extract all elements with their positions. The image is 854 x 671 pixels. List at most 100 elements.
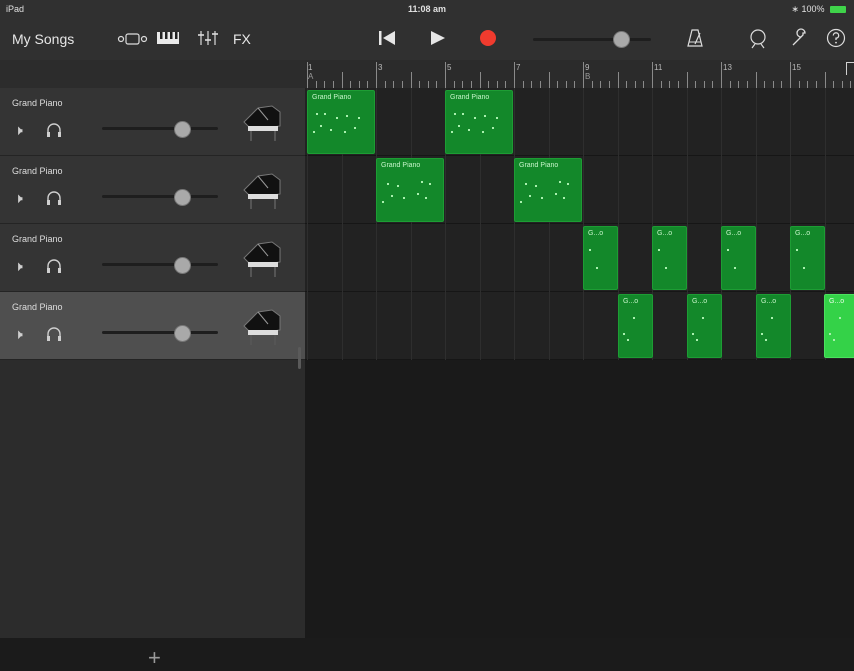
region[interactable]: G...o [790, 226, 825, 290]
track-volume-slider[interactable] [102, 331, 218, 334]
add-track-button[interactable]: + [148, 645, 161, 671]
grid-line [376, 88, 377, 360]
mute-icon[interactable]: 🕨 [14, 258, 23, 275]
headphones-icon[interactable] [46, 190, 62, 206]
track-name: Grand Piano [12, 234, 63, 244]
record-button[interactable] [480, 30, 496, 46]
mute-icon[interactable]: 🕨 [14, 190, 23, 207]
ruler-tick [824, 72, 826, 88]
headphones-icon[interactable] [46, 258, 62, 274]
grid-line [514, 88, 515, 360]
ruler-tick [677, 81, 679, 88]
ruler-tick [841, 81, 843, 88]
region[interactable]: G...o [618, 294, 653, 358]
region-label: G...o [692, 298, 708, 305]
region-label: G...o [795, 230, 811, 237]
track-header[interactable]: Grand Piano 🕨 [0, 88, 305, 156]
headphones-icon[interactable] [46, 326, 62, 342]
ruler-tick [738, 81, 740, 88]
playhead[interactable] [846, 62, 854, 75]
ruler-tick [772, 81, 774, 88]
ruler-tick [376, 62, 377, 88]
region[interactable]: Grand Piano [307, 90, 375, 154]
mute-icon[interactable]: 🕨 [14, 122, 23, 139]
track-volume-slider[interactable] [102, 127, 218, 130]
region[interactable]: Grand Piano [376, 158, 444, 222]
ruler-tick [807, 81, 809, 88]
track-volume-slider[interactable] [102, 263, 218, 266]
ruler-tick [626, 81, 628, 88]
ruler-tick [427, 81, 429, 88]
track-name: Grand Piano [12, 302, 63, 312]
panel-resize-handle[interactable] [298, 347, 301, 369]
ruler-tick [781, 81, 783, 88]
track-name: Grand Piano [12, 98, 63, 108]
clock: 11:08 am [407, 4, 447, 14]
ruler-tick [470, 81, 472, 88]
loop-browser-icon[interactable] [748, 28, 768, 50]
ruler-tick [660, 81, 662, 88]
ruler-tick [583, 62, 584, 88]
region[interactable]: Grand Piano [514, 158, 582, 222]
ruler-tick [746, 81, 748, 88]
settings-wrench-icon[interactable] [790, 28, 810, 48]
track-volume-knob[interactable] [174, 121, 191, 138]
region[interactable]: G...o [756, 294, 791, 358]
track-volume-knob[interactable] [174, 189, 191, 206]
browser-icon[interactable] [117, 32, 149, 46]
region-label: G...o [829, 298, 845, 305]
fx-button[interactable]: FX [233, 31, 251, 47]
bluetooth-icon: ∗ [791, 4, 799, 14]
track-volume-knob[interactable] [174, 257, 191, 274]
track-volume-knob[interactable] [174, 325, 191, 342]
master-volume-knob[interactable] [613, 31, 630, 48]
keyboard-icon[interactable] [156, 31, 180, 45]
track-name: Grand Piano [12, 166, 63, 176]
help-icon[interactable] [826, 28, 846, 48]
mute-icon[interactable]: 🕨 [14, 326, 23, 343]
track-header[interactable]: Grand Piano 🕨 [0, 156, 305, 224]
track-volume-slider[interactable] [102, 195, 218, 198]
metronome-icon[interactable] [685, 28, 705, 48]
ruler-tick [591, 81, 593, 88]
ruler-tick [815, 81, 817, 88]
track-header-selected[interactable]: Grand Piano 🕨 [0, 292, 305, 360]
ruler-tick [332, 81, 334, 88]
my-songs-button[interactable]: My Songs [12, 31, 74, 47]
region-label: G...o [761, 298, 777, 305]
track-lane[interactable] [305, 224, 854, 292]
ruler-tick [393, 81, 395, 88]
region[interactable]: G...o [721, 226, 756, 290]
ruler-tick [764, 81, 766, 88]
track-lane[interactable] [305, 88, 854, 156]
ruler-tick [367, 81, 369, 88]
play-icon[interactable] [430, 30, 446, 46]
region[interactable]: G...o [687, 294, 722, 358]
region-label: G...o [588, 230, 604, 237]
timeline-ruler[interactable]: 1 A 3 5 7 9 B 11 13 15 [305, 60, 854, 89]
region[interactable]: Grand Piano [445, 90, 513, 154]
tracks-area: Grand Piano Grand Piano Grand Piano Gran… [305, 88, 854, 638]
region-label: Grand Piano [312, 94, 352, 101]
mixer-icon[interactable] [197, 30, 219, 46]
ruler-tick [790, 62, 791, 88]
ruler-tick [548, 72, 550, 88]
master-volume-slider[interactable] [533, 38, 651, 41]
region[interactable]: G...o [583, 226, 618, 290]
go-to-start-icon[interactable] [378, 30, 396, 46]
region-selected[interactable]: G...o [824, 294, 854, 358]
grand-piano-icon [243, 105, 281, 141]
track-header[interactable]: Grand Piano 🕨 [0, 224, 305, 292]
ruler-tick [462, 81, 464, 88]
ruler-tick [341, 72, 343, 88]
ruler-tick [798, 81, 800, 88]
ruler-tick [514, 62, 515, 88]
ruler-tick [496, 81, 498, 88]
headphones-icon[interactable] [46, 122, 62, 138]
ruler-tick [479, 72, 481, 88]
region[interactable]: G...o [652, 226, 687, 290]
bar-number: 13 [723, 63, 732, 72]
section-marker[interactable]: A [308, 72, 313, 81]
section-marker[interactable]: B [585, 72, 590, 81]
grid-line [548, 88, 550, 360]
